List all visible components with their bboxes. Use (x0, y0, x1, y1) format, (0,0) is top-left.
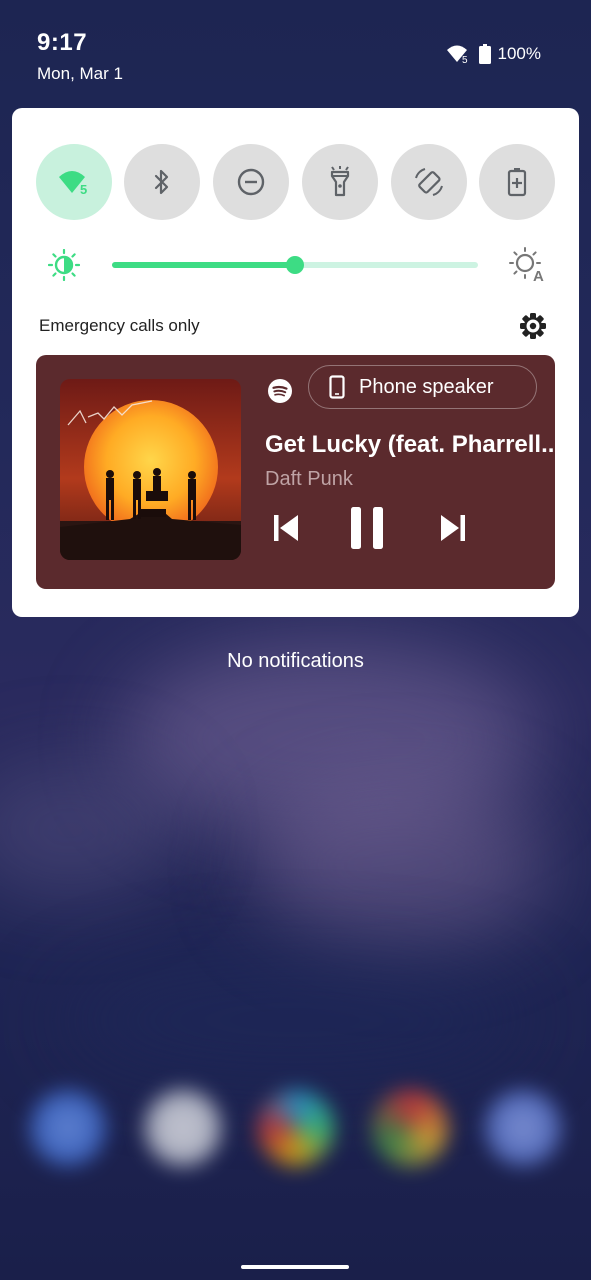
do-not-disturb-icon (236, 167, 266, 197)
bluetooth-icon (151, 168, 173, 196)
next-track-button[interactable] (433, 505, 473, 551)
flashlight-tile[interactable] (302, 144, 378, 220)
battery-icon (478, 44, 491, 64)
dock-messages-icon (145, 1090, 221, 1166)
dock-play-store-icon (258, 1090, 334, 1166)
carrier-status-text: Emergency calls only (39, 316, 200, 335)
dock-chrome-icon (372, 1090, 448, 1166)
do-not-disturb-tile[interactable] (213, 144, 289, 220)
bluetooth-tile[interactable] (124, 144, 200, 220)
status-bar: 9:17 Mon, Mar 1 5 100% (0, 0, 591, 100)
output-device-label: Phone speaker (359, 375, 494, 398)
auto-brightness-icon[interactable]: A (509, 247, 547, 288)
settings-gear-icon[interactable] (519, 312, 547, 345)
spotify-icon (268, 379, 292, 408)
battery-percent: 100% (497, 44, 541, 63)
empty-notifications-text: No notifications (227, 650, 364, 672)
status-date[interactable]: Mon, Mar 1 (37, 64, 123, 84)
pause-button[interactable] (344, 503, 390, 553)
svg-text:A: A (533, 268, 544, 283)
wallpaper-blur (60, 960, 530, 1080)
svg-text:5: 5 (462, 55, 468, 64)
quick-settings-panel: 5 A Emergency calls only Phone speaker G… (12, 108, 579, 617)
status-icons: 5 100% (446, 44, 541, 64)
phone-icon (329, 375, 345, 399)
notification-shade: 9:17 Mon, Mar 1 5 100% 5 A Emergency cal… (0, 0, 591, 1280)
status-time: 9:17 (37, 29, 88, 56)
track-title: Get Lucky (feat. Pharrell... (265, 431, 555, 458)
track-artist: Daft Punk (265, 468, 353, 490)
auto-rotate-icon (413, 166, 445, 198)
auto-rotate-tile[interactable] (391, 144, 467, 220)
battery-saver-tile[interactable] (479, 144, 555, 220)
wifi-icon: 5 (57, 168, 91, 196)
brightness-row: A (12, 245, 579, 285)
brightness-slider[interactable] (112, 256, 478, 274)
brightness-icon (47, 248, 81, 286)
flashlight-icon (328, 166, 352, 198)
pause-icon (350, 507, 384, 549)
battery-saver-icon (506, 166, 528, 198)
previous-track-button[interactable] (266, 505, 306, 551)
wallpaper-blur (250, 780, 550, 950)
wifi-status-icon: 5 (446, 44, 472, 64)
brightness-slider-fill (112, 262, 295, 268)
media-player-card[interactable]: Phone speaker Get Lucky (feat. Pharrell.… (36, 355, 555, 589)
wifi-tile[interactable]: 5 (36, 144, 112, 220)
svg-text:5: 5 (80, 182, 87, 196)
skip-previous-icon (273, 513, 299, 543)
album-art (60, 379, 241, 560)
output-device-button[interactable]: Phone speaker (308, 365, 537, 409)
gesture-nav-handle[interactable] (241, 1265, 349, 1269)
dock-camera-icon (485, 1090, 561, 1166)
skip-next-icon (440, 513, 466, 543)
dock-phone-icon (30, 1090, 106, 1166)
brightness-slider-thumb[interactable] (286, 256, 304, 274)
